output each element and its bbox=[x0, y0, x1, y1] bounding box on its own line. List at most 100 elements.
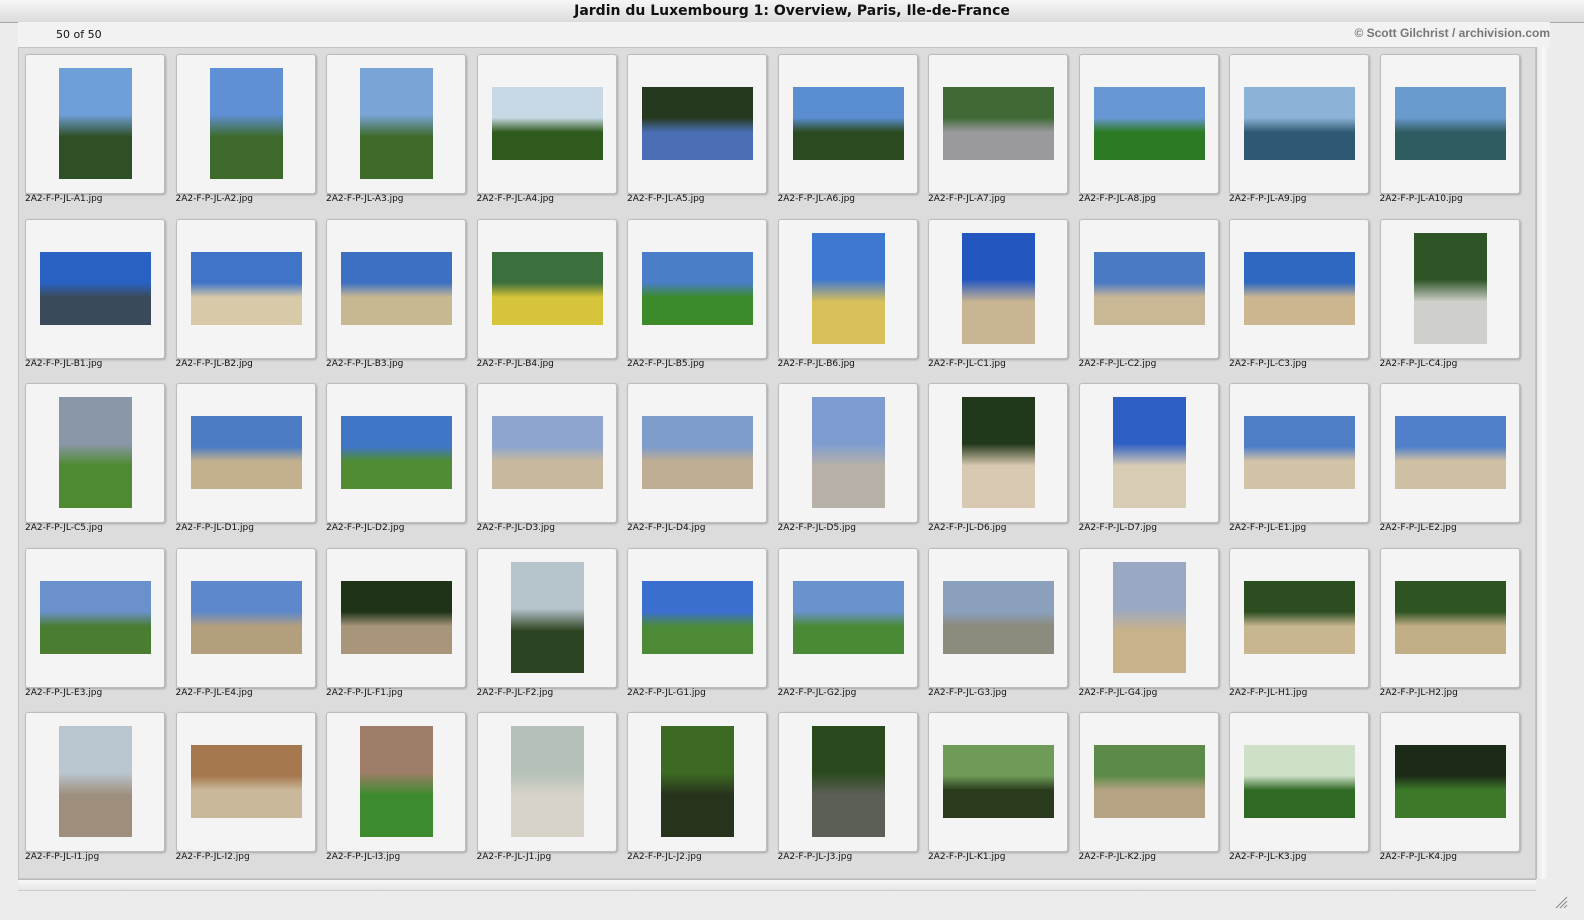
thumbnail-item[interactable]: 2A2-F-P-JL-D6.jpg bbox=[928, 383, 1068, 545]
slide-frame[interactable] bbox=[928, 547, 1068, 688]
slide-frame[interactable] bbox=[476, 383, 617, 523]
thumbnail-image[interactable] bbox=[642, 416, 753, 489]
thumbnail-image[interactable] bbox=[642, 580, 753, 654]
slide-frame[interactable] bbox=[1078, 547, 1219, 688]
thumbnail-image[interactable] bbox=[1394, 416, 1506, 489]
thumbnail-image[interactable] bbox=[209, 68, 283, 179]
slide-frame[interactable] bbox=[1229, 383, 1369, 523]
thumbnail-item[interactable]: 2A2-F-P-JL-F2.jpg bbox=[476, 547, 617, 710]
thumbnail-item[interactable]: 2A2-F-P-JL-J1.jpg bbox=[476, 712, 617, 874]
thumbnail-image[interactable] bbox=[1093, 87, 1205, 160]
slide-frame[interactable] bbox=[1078, 54, 1219, 194]
thumbnail-item[interactable]: 2A2-F-P-JL-H1.jpg bbox=[1229, 547, 1369, 710]
thumbnail-item[interactable]: 2A2-F-P-JL-I1.jpg bbox=[25, 712, 165, 874]
thumbnail-item[interactable]: 2A2-F-P-JL-K3.jpg bbox=[1229, 712, 1369, 874]
slide-frame[interactable] bbox=[1229, 218, 1369, 359]
thumbnail-image[interactable] bbox=[1394, 745, 1506, 818]
thumbnail-item[interactable]: 2A2-F-P-JL-D4.jpg bbox=[627, 383, 767, 545]
thumbnail-image[interactable] bbox=[943, 580, 1054, 654]
slide-frame[interactable] bbox=[476, 218, 617, 359]
thumbnail-item[interactable]: 2A2-F-P-JL-B5.jpg bbox=[627, 218, 767, 381]
thumbnail-image[interactable] bbox=[1244, 580, 1355, 654]
thumbnail-item[interactable]: 2A2-F-P-JL-I3.jpg bbox=[326, 712, 466, 874]
slide-frame[interactable] bbox=[627, 218, 767, 359]
slide-frame[interactable] bbox=[928, 712, 1068, 852]
slide-frame[interactable] bbox=[25, 383, 165, 523]
slide-frame[interactable] bbox=[175, 218, 316, 359]
thumbnail-image[interactable] bbox=[1093, 745, 1205, 818]
thumbnail-item[interactable]: 2A2-F-P-JL-D2.jpg bbox=[326, 383, 466, 545]
thumbnail-image[interactable] bbox=[510, 726, 584, 837]
slide-frame[interactable] bbox=[627, 547, 767, 688]
slide-frame[interactable] bbox=[25, 712, 165, 852]
thumbnail-image[interactable] bbox=[491, 251, 603, 325]
slide-frame[interactable] bbox=[627, 54, 767, 194]
slide-frame[interactable] bbox=[326, 712, 466, 852]
slide-frame[interactable] bbox=[25, 547, 165, 688]
slide-frame[interactable] bbox=[1379, 54, 1520, 194]
thumbnail-item[interactable]: 2A2-F-P-JL-C2.jpg bbox=[1078, 218, 1219, 381]
thumbnail-image[interactable] bbox=[491, 87, 603, 160]
thumbnail-item[interactable]: 2A2-F-P-JL-G1.jpg bbox=[627, 547, 767, 710]
thumbnail-item[interactable]: 2A2-F-P-JL-I2.jpg bbox=[175, 712, 316, 874]
slide-frame[interactable] bbox=[1379, 712, 1520, 852]
slide-frame[interactable] bbox=[326, 54, 466, 194]
thumbnail-image[interactable] bbox=[1244, 745, 1355, 818]
slide-frame[interactable] bbox=[326, 383, 466, 523]
slide-frame[interactable] bbox=[476, 54, 617, 194]
slide-frame[interactable] bbox=[777, 547, 918, 688]
thumbnail-image[interactable] bbox=[962, 232, 1035, 344]
slide-frame[interactable] bbox=[777, 218, 918, 359]
vertical-scrollbar[interactable] bbox=[1536, 47, 1550, 879]
slide-frame[interactable] bbox=[1229, 712, 1369, 852]
thumbnail-image[interactable] bbox=[642, 87, 753, 160]
thumbnail-image[interactable] bbox=[792, 87, 904, 160]
thumbnail-image[interactable] bbox=[811, 232, 885, 344]
thumbnail-item[interactable]: 2A2-F-P-JL-A4.jpg bbox=[476, 54, 617, 216]
thumbnail-item[interactable]: 2A2-F-P-JL-A8.jpg bbox=[1078, 54, 1219, 216]
slide-frame[interactable] bbox=[1379, 383, 1520, 523]
thumbnail-item[interactable]: 2A2-F-P-JL-D7.jpg bbox=[1078, 383, 1219, 545]
thumbnail-item[interactable]: 2A2-F-P-JL-E1.jpg bbox=[1229, 383, 1369, 545]
slide-frame[interactable] bbox=[1078, 712, 1219, 852]
thumbnail-item[interactable]: 2A2-F-P-JL-B6.jpg bbox=[777, 218, 918, 381]
thumbnail-item[interactable]: 2A2-F-P-JL-B1.jpg bbox=[25, 218, 165, 381]
thumbnail-item[interactable]: 2A2-F-P-JL-A7.jpg bbox=[928, 54, 1068, 216]
thumbnail-image[interactable] bbox=[360, 726, 433, 837]
thumbnail-item[interactable]: 2A2-F-P-JL-B2.jpg bbox=[175, 218, 316, 381]
thumbnail-image[interactable] bbox=[190, 580, 302, 654]
slide-frame[interactable] bbox=[175, 547, 316, 688]
resize-grip-icon[interactable] bbox=[1552, 893, 1568, 909]
slide-frame[interactable] bbox=[175, 54, 316, 194]
slide-frame[interactable] bbox=[777, 54, 918, 194]
slide-frame[interactable] bbox=[1078, 383, 1219, 523]
thumbnail-item[interactable]: 2A2-F-P-JL-A10.jpg bbox=[1379, 54, 1520, 216]
slide-frame[interactable] bbox=[476, 547, 617, 688]
thumbnail-item[interactable]: 2A2-F-P-JL-C5.jpg bbox=[25, 383, 165, 545]
slide-frame[interactable] bbox=[777, 383, 918, 523]
thumbnail-image[interactable] bbox=[360, 68, 433, 179]
thumbnail-image[interactable] bbox=[811, 726, 885, 837]
thumbnail-image[interactable] bbox=[59, 397, 132, 508]
thumbnail-image[interactable] bbox=[40, 580, 151, 654]
thumbnail-item[interactable]: 2A2-F-P-JL-K2.jpg bbox=[1078, 712, 1219, 874]
thumbnail-item[interactable]: 2A2-F-P-JL-B3.jpg bbox=[326, 218, 466, 381]
thumbnail-item[interactable]: 2A2-F-P-JL-A9.jpg bbox=[1229, 54, 1369, 216]
thumbnail-item[interactable]: 2A2-F-P-JL-C1.jpg bbox=[928, 218, 1068, 381]
thumbnail-item[interactable]: 2A2-F-P-JL-K4.jpg bbox=[1379, 712, 1520, 874]
thumbnail-image[interactable] bbox=[811, 397, 885, 508]
thumbnail-item[interactable]: 2A2-F-P-JL-G4.jpg bbox=[1078, 547, 1219, 710]
thumbnail-item[interactable]: 2A2-F-P-JL-D1.jpg bbox=[175, 383, 316, 545]
thumbnail-item[interactable]: 2A2-F-P-JL-A3.jpg bbox=[326, 54, 466, 216]
thumbnail-image[interactable] bbox=[943, 87, 1054, 160]
thumbnail-image[interactable] bbox=[341, 580, 452, 654]
slide-frame[interactable] bbox=[326, 218, 466, 359]
slide-frame[interactable] bbox=[1229, 54, 1369, 194]
thumbnail-item[interactable]: 2A2-F-P-JL-D5.jpg bbox=[777, 383, 918, 545]
thumbnail-image[interactable] bbox=[943, 745, 1054, 818]
thumbnail-image[interactable] bbox=[491, 416, 603, 489]
thumbnail-image[interactable] bbox=[1413, 232, 1487, 344]
slide-frame[interactable] bbox=[25, 218, 165, 359]
thumbnail-image[interactable] bbox=[792, 580, 904, 654]
slide-frame[interactable] bbox=[25, 54, 165, 194]
